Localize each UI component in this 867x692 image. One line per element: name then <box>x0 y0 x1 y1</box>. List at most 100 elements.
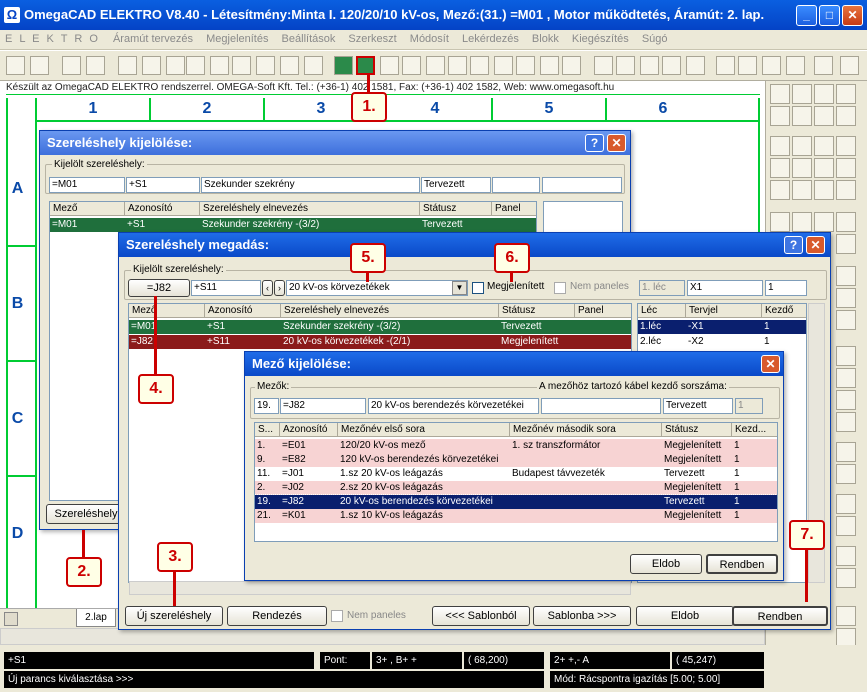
column-header[interactable]: Panel <box>575 304 631 318</box>
column-header[interactable]: Mezőnév első sora <box>338 423 510 437</box>
palette-tool-icon[interactable] <box>836 180 856 200</box>
menu-lekerdezes[interactable]: Lekérdezés <box>457 30 524 48</box>
nem-paneles-checkbox[interactable] <box>331 610 343 622</box>
palette-tool-icon[interactable] <box>792 158 812 178</box>
field-azonosito[interactable]: +S1 <box>126 177 200 193</box>
palette-tool-icon[interactable] <box>814 136 834 156</box>
tool-15-icon[interactable] <box>738 56 757 75</box>
ok-button[interactable]: Rendben <box>706 554 778 574</box>
wrench-icon[interactable] <box>594 56 613 75</box>
tool-7-icon[interactable] <box>516 56 535 75</box>
horizontal-scrollbar[interactable] <box>0 628 765 645</box>
tool-17-icon[interactable] <box>786 56 805 75</box>
palette-tool-icon[interactable] <box>792 212 812 232</box>
column-header[interactable]: Státusz <box>420 202 492 216</box>
megjelenitett-checkbox[interactable] <box>472 282 484 294</box>
column-header[interactable]: Tervjel <box>686 304 762 318</box>
tool-19-icon[interactable] <box>840 56 859 75</box>
nem-paneles-checkbox[interactable] <box>554 282 566 294</box>
palette-tool-icon[interactable] <box>836 288 856 308</box>
tool-8-icon[interactable] <box>540 56 559 75</box>
column-header[interactable]: Mező <box>129 304 205 318</box>
field-name1[interactable]: 20 kV-os berendezés körvezetékei <box>368 398 539 414</box>
menu-szerkeszt[interactable]: Szerkeszt <box>343 30 401 48</box>
mounting-place-icon[interactable] <box>356 56 375 75</box>
palette-tool-icon[interactable] <box>836 368 856 388</box>
palette-tool-icon[interactable] <box>836 136 856 156</box>
page-a-icon[interactable] <box>210 56 229 75</box>
column-header[interactable]: Kezdő <box>762 304 806 318</box>
menu-elektro[interactable]: E L E K T R O <box>0 30 105 48</box>
table-row[interactable]: 2. =J02 2.sz 20 kV-os leágazás Megjelení… <box>255 481 777 495</box>
palette-tool-icon[interactable] <box>836 494 856 514</box>
palette-tool-icon[interactable] <box>792 84 812 104</box>
column-header[interactable]: Mezőnév második sora <box>510 423 662 437</box>
to-template-button[interactable]: Sablonba >>> <box>533 606 631 626</box>
table-row-selected[interactable]: 19. =J82 20 kV-os berendezés körvezetéke… <box>255 494 777 510</box>
n-field[interactable]: 1 <box>765 280 807 296</box>
tool-4-icon[interactable] <box>448 56 467 75</box>
palette-tool-icon[interactable] <box>836 464 856 484</box>
open-folder-icon[interactable] <box>142 56 161 75</box>
column-header[interactable]: Panel <box>492 202 536 216</box>
table-row[interactable]: =M01 +S1 Szekunder szekrény -(3/2) Terve… <box>129 320 631 334</box>
sort-button[interactable]: Rendezés <box>227 606 327 626</box>
sheet-nav-icon[interactable] <box>4 612 18 626</box>
palette-tool-icon[interactable] <box>814 180 834 200</box>
page-e-icon[interactable] <box>304 56 323 75</box>
menu-beallitasok[interactable]: Beállítások <box>277 30 341 48</box>
column-header[interactable]: Kezd... <box>732 423 777 437</box>
redo-icon[interactable] <box>86 56 105 75</box>
tool-5-icon[interactable] <box>470 56 489 75</box>
field-select-button[interactable]: =J82 <box>128 279 190 297</box>
tool-11-icon[interactable] <box>640 56 659 75</box>
palette-tool-icon[interactable] <box>836 546 856 566</box>
help-button[interactable]: ? <box>585 134 604 152</box>
palette-tool-icon[interactable] <box>836 84 856 104</box>
palette-tool-icon[interactable] <box>836 390 856 410</box>
field-status[interactable]: Tervezett <box>421 177 491 193</box>
menu-aramut-tervezes[interactable]: Áramút tervezés <box>108 30 198 48</box>
palette-tool-icon[interactable] <box>836 346 856 366</box>
palette-tool-icon[interactable] <box>836 212 856 232</box>
column-header[interactable]: S... <box>255 423 280 437</box>
table-row[interactable]: =M01 +S1 Szekunder szekrény -(3/2) Terve… <box>50 218 536 232</box>
column-header[interactable]: Azonosító <box>205 304 281 318</box>
mounting-place-button[interactable]: Szereléshely <box>46 504 126 524</box>
field-elnevezes[interactable]: Szekunder szekrény <box>201 177 420 193</box>
palette-tool-icon[interactable] <box>792 180 812 200</box>
table-row[interactable]: 11. =J01 1.sz 20 kV-os leágazás Budapest… <box>255 467 777 481</box>
palette-tool-icon[interactable] <box>770 212 790 232</box>
palette-tool-icon[interactable] <box>836 106 856 126</box>
tool-1-icon[interactable] <box>380 56 399 75</box>
table-row[interactable]: =J82 +S11 20 kV-os körvezetékek -(2/1) M… <box>129 335 631 349</box>
palette-tool-icon[interactable] <box>770 158 790 178</box>
back-arrow-icon[interactable] <box>166 56 185 75</box>
tool-3-icon[interactable] <box>426 56 445 75</box>
page-d-icon[interactable] <box>280 56 299 75</box>
table-row[interactable]: 1. =E01 120/20 kV-os mező 1. sz transzfo… <box>255 439 777 453</box>
forward-arrow-icon[interactable] <box>186 56 205 75</box>
palette-tool-icon[interactable] <box>792 106 812 126</box>
dialog-close-button[interactable]: ✕ <box>761 355 780 373</box>
close-button[interactable]: ✕ <box>842 5 863 26</box>
palette-tool-icon[interactable] <box>836 158 856 178</box>
tool-18-icon[interactable] <box>814 56 833 75</box>
discard-button[interactable]: Eldob <box>630 554 702 574</box>
page-b-icon[interactable] <box>232 56 251 75</box>
x-field[interactable]: X1 <box>687 280 763 296</box>
menu-blokk[interactable]: Blokk <box>527 30 564 48</box>
help-button[interactable]: ? <box>784 236 803 254</box>
menu-kiegeszites[interactable]: Kiegészítés <box>567 30 634 48</box>
palette-tool-icon[interactable] <box>814 84 834 104</box>
field-name2[interactable] <box>541 398 661 414</box>
field-extra[interactable] <box>542 177 622 193</box>
discard-button[interactable]: Eldob <box>636 606 734 626</box>
palette-tool-icon[interactable] <box>836 310 856 330</box>
field-identifier[interactable]: =J82 <box>280 398 366 414</box>
dialog-close-button[interactable]: ✕ <box>806 236 825 254</box>
table-row[interactable]: 21. =K01 1.sz 10 kV-os leágazás Megjelen… <box>255 509 777 523</box>
field-icon[interactable] <box>334 56 353 75</box>
tool-14-icon[interactable] <box>716 56 735 75</box>
column-header[interactable]: Léc <box>638 304 686 318</box>
